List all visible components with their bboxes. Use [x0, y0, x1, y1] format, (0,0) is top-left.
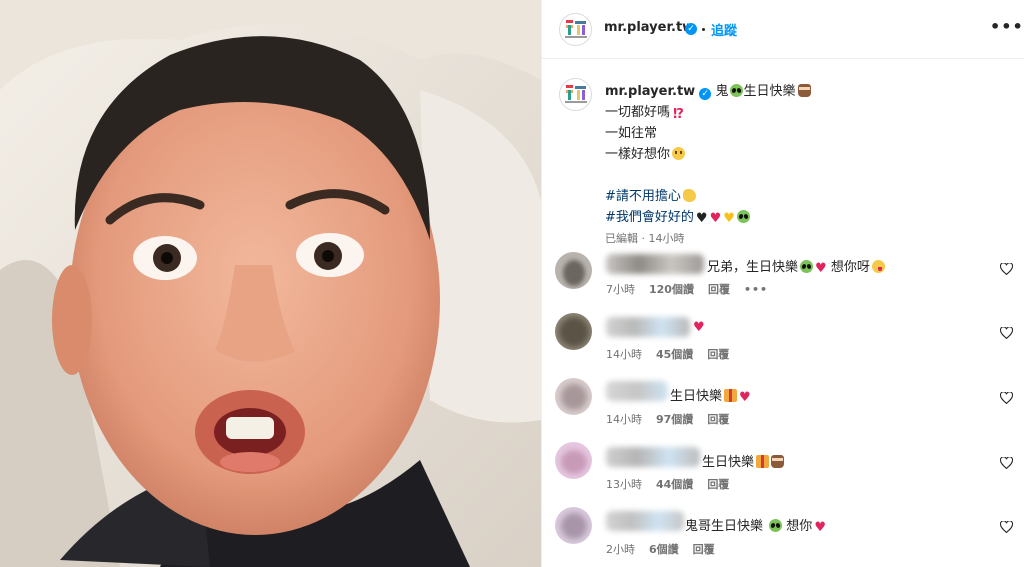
- comment-text: 生日快樂 ♥: [670, 389, 751, 405]
- comment-text: 鬼哥生日快樂 想你 ♥: [685, 519, 826, 535]
- verified-badge-icon: ✓: [699, 88, 712, 100]
- comment-likes[interactable]: 44個讚: [656, 478, 693, 491]
- caption-line-3: 一如往常: [605, 126, 658, 141]
- comment-time: 7小時: [606, 283, 635, 296]
- like-comment-icon[interactable]: [1000, 392, 1013, 404]
- comment-text: 兄弟，生日快樂 ♥ 想你呀: [707, 256, 885, 275]
- black-heart-emoji: ♥: [695, 211, 708, 226]
- account-username[interactable]: mr.player.tw: [604, 20, 694, 35]
- account-avatar[interactable]: [559, 13, 592, 46]
- comment-text: 生日快樂: [702, 451, 785, 470]
- hashtag-link-1[interactable]: #請不用擔心: [605, 189, 681, 204]
- post-meta: 已編輯 · 14小時: [605, 232, 685, 245]
- flexed-biceps-emoji: [682, 189, 696, 202]
- caption-line-2: 一切都好嗎: [605, 105, 671, 120]
- cake-emoji: [771, 455, 785, 468]
- comment-options-icon[interactable]: •••: [744, 283, 768, 296]
- comment-time: 13小時: [606, 478, 642, 491]
- alien-emoji: [800, 260, 814, 273]
- red-heart-emoji: ♥: [693, 320, 705, 335]
- mr-player-logo-icon: [566, 20, 586, 35]
- more-options-icon[interactable]: •••: [990, 17, 1024, 36]
- selfie-image: [0, 0, 541, 567]
- alien-emoji: [730, 84, 744, 97]
- post-photo[interactable]: [0, 0, 541, 567]
- blurred-username: [606, 381, 668, 401]
- reply-button[interactable]: 回覆: [708, 283, 730, 296]
- comment-avatar[interactable]: [555, 442, 592, 479]
- comment-meta: 7小時 120個讚 回覆 •••: [606, 281, 782, 297]
- comment-likes[interactable]: 97個讚: [656, 413, 693, 426]
- sad-face-emoji: [672, 147, 686, 160]
- like-comment-icon[interactable]: [1000, 521, 1013, 533]
- caption-avatar[interactable]: [559, 78, 592, 111]
- red-heart-emoji: ♥: [739, 390, 751, 405]
- caption-line-1b: 生日快樂: [743, 84, 796, 99]
- comment-likes[interactable]: 45個讚: [656, 348, 693, 361]
- yum-face-emoji: [871, 260, 885, 273]
- blurred-username: [606, 511, 684, 531]
- alien-emoji: [769, 519, 783, 532]
- post-detail-panel: mr.player.tw ✓ 追蹤 ••• mr.player.tw ✓ 鬼生日…: [541, 0, 1024, 567]
- comment-time: 2小時: [606, 543, 635, 556]
- hashtag-link-2[interactable]: #我們會好好的: [605, 210, 694, 225]
- like-comment-icon[interactable]: [1000, 327, 1013, 339]
- post-caption: mr.player.tw ✓ 鬼生日快樂 一切都好嗎 ⁉ 一如往常 一樣好想你 #…: [605, 81, 1005, 249]
- caption-line-1: 鬼: [715, 84, 729, 99]
- comment-avatar[interactable]: [555, 313, 592, 350]
- comment-likes[interactable]: 6個讚: [649, 543, 679, 556]
- caption-line-4: 一樣好想你: [605, 147, 671, 162]
- blurred-username: [606, 447, 700, 467]
- reply-button[interactable]: 回覆: [693, 543, 715, 556]
- comment-text: ♥: [691, 319, 705, 334]
- mr-player-logo-icon: [566, 85, 586, 100]
- reply-button[interactable]: 回覆: [707, 413, 729, 426]
- blurred-username: [606, 317, 690, 337]
- comment-meta: 14小時 97個讚 回覆: [606, 411, 743, 427]
- reply-button[interactable]: 回覆: [707, 348, 729, 361]
- comment-time: 14小時: [606, 348, 642, 361]
- comment-avatar[interactable]: [555, 252, 592, 289]
- red-heart-emoji: ♥: [709, 211, 722, 226]
- blurred-username: [606, 254, 704, 274]
- comment-meta: 13小時 44個讚 回覆: [606, 476, 743, 492]
- reply-button[interactable]: 回覆: [707, 478, 729, 491]
- cake-emoji: [797, 84, 811, 97]
- separator-dot: [702, 28, 705, 31]
- comment-avatar[interactable]: [555, 378, 592, 415]
- comment-avatar[interactable]: [555, 507, 592, 544]
- gift-emoji: [724, 389, 738, 402]
- like-comment-icon[interactable]: [1000, 263, 1013, 275]
- like-comment-icon[interactable]: [1000, 457, 1013, 469]
- post-header: mr.player.tw ✓ 追蹤 •••: [542, 0, 1024, 59]
- follow-button[interactable]: 追蹤: [711, 20, 737, 39]
- verified-badge-icon: ✓: [685, 23, 697, 35]
- alien-emoji: [736, 210, 750, 223]
- comment-likes[interactable]: 120個讚: [649, 283, 694, 296]
- yellow-heart-emoji: ♥: [723, 211, 735, 226]
- red-heart-emoji: ♥: [815, 261, 827, 276]
- caption-username[interactable]: mr.player.tw: [605, 84, 695, 99]
- gift-emoji: [756, 455, 770, 468]
- comment-time: 14小時: [606, 413, 642, 426]
- exclamation-question-emoji: ⁉: [673, 107, 684, 122]
- comment-meta: 2小時 6個讚 回覆: [606, 541, 729, 557]
- comment-meta: 14小時 45個讚 回覆: [606, 346, 743, 362]
- red-heart-emoji: ♥: [814, 520, 826, 535]
